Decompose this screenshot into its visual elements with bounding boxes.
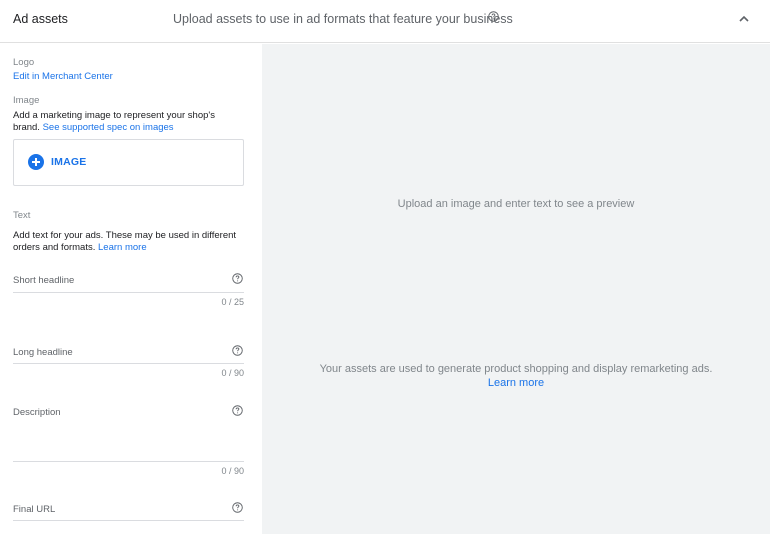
long-headline-label: Long headline (13, 347, 73, 358)
section-title: Ad assets (13, 12, 68, 26)
image-label: Image (13, 95, 40, 106)
help-circle-icon[interactable] (232, 405, 243, 416)
assets-learn-more-link[interactable]: Learn more (488, 377, 544, 389)
help-circle-icon[interactable] (488, 11, 499, 22)
description-underline (13, 461, 244, 462)
final-url-underline (13, 520, 244, 521)
long-headline-field[interactable]: Long headline 0 / 90 (13, 342, 244, 382)
text-section-description: Add text for your ads. These may be used… (13, 230, 243, 254)
short-headline-counter: 0 / 25 (221, 297, 244, 307)
description-label: Description (13, 407, 61, 418)
ad-assets-header[interactable]: Ad assets Upload assets to use in ad for… (0, 0, 770, 43)
section-subtitle: Upload assets to use in ad formats that … (173, 12, 513, 26)
help-circle-icon[interactable] (232, 345, 243, 356)
final-url-field[interactable]: Final URL (13, 499, 244, 523)
text-section-label: Text (13, 210, 31, 221)
supported-spec-link[interactable]: See supported spec on images (43, 122, 174, 133)
add-image-button[interactable]: IMAGE (13, 139, 244, 186)
final-url-label: Final URL (13, 504, 56, 515)
image-description: Add a marketing image to represent your … (13, 110, 243, 134)
logo-label: Logo (13, 57, 35, 68)
long-headline-underline (13, 363, 244, 364)
assets-form-panel: Logo Edit in Merchant Center Image Add a… (0, 44, 262, 534)
add-circle-icon (28, 154, 44, 170)
text-learn-more-link[interactable]: Learn more (98, 242, 147, 253)
help-circle-icon[interactable] (232, 502, 243, 513)
short-headline-underline (13, 292, 244, 293)
assets-learn-more-row: Learn more (262, 377, 770, 389)
add-image-label: IMAGE (51, 156, 87, 168)
description-counter: 0 / 90 (221, 466, 244, 476)
edit-merchant-center-link[interactable]: Edit in Merchant Center (13, 71, 113, 82)
help-circle-icon[interactable] (232, 273, 243, 284)
short-headline-field[interactable]: Short headline 0 / 25 (13, 270, 244, 310)
chevron-up-icon[interactable] (736, 11, 752, 27)
description-field[interactable]: Description 0 / 90 (13, 402, 244, 478)
long-headline-counter: 0 / 90 (221, 368, 244, 378)
short-headline-label: Short headline (13, 275, 75, 286)
preview-placeholder: Upload an image and enter text to see a … (397, 198, 635, 210)
assets-note: Your assets are used to generate product… (319, 363, 713, 375)
ad-preview-panel: Upload an image and enter text to see a … (262, 44, 770, 534)
